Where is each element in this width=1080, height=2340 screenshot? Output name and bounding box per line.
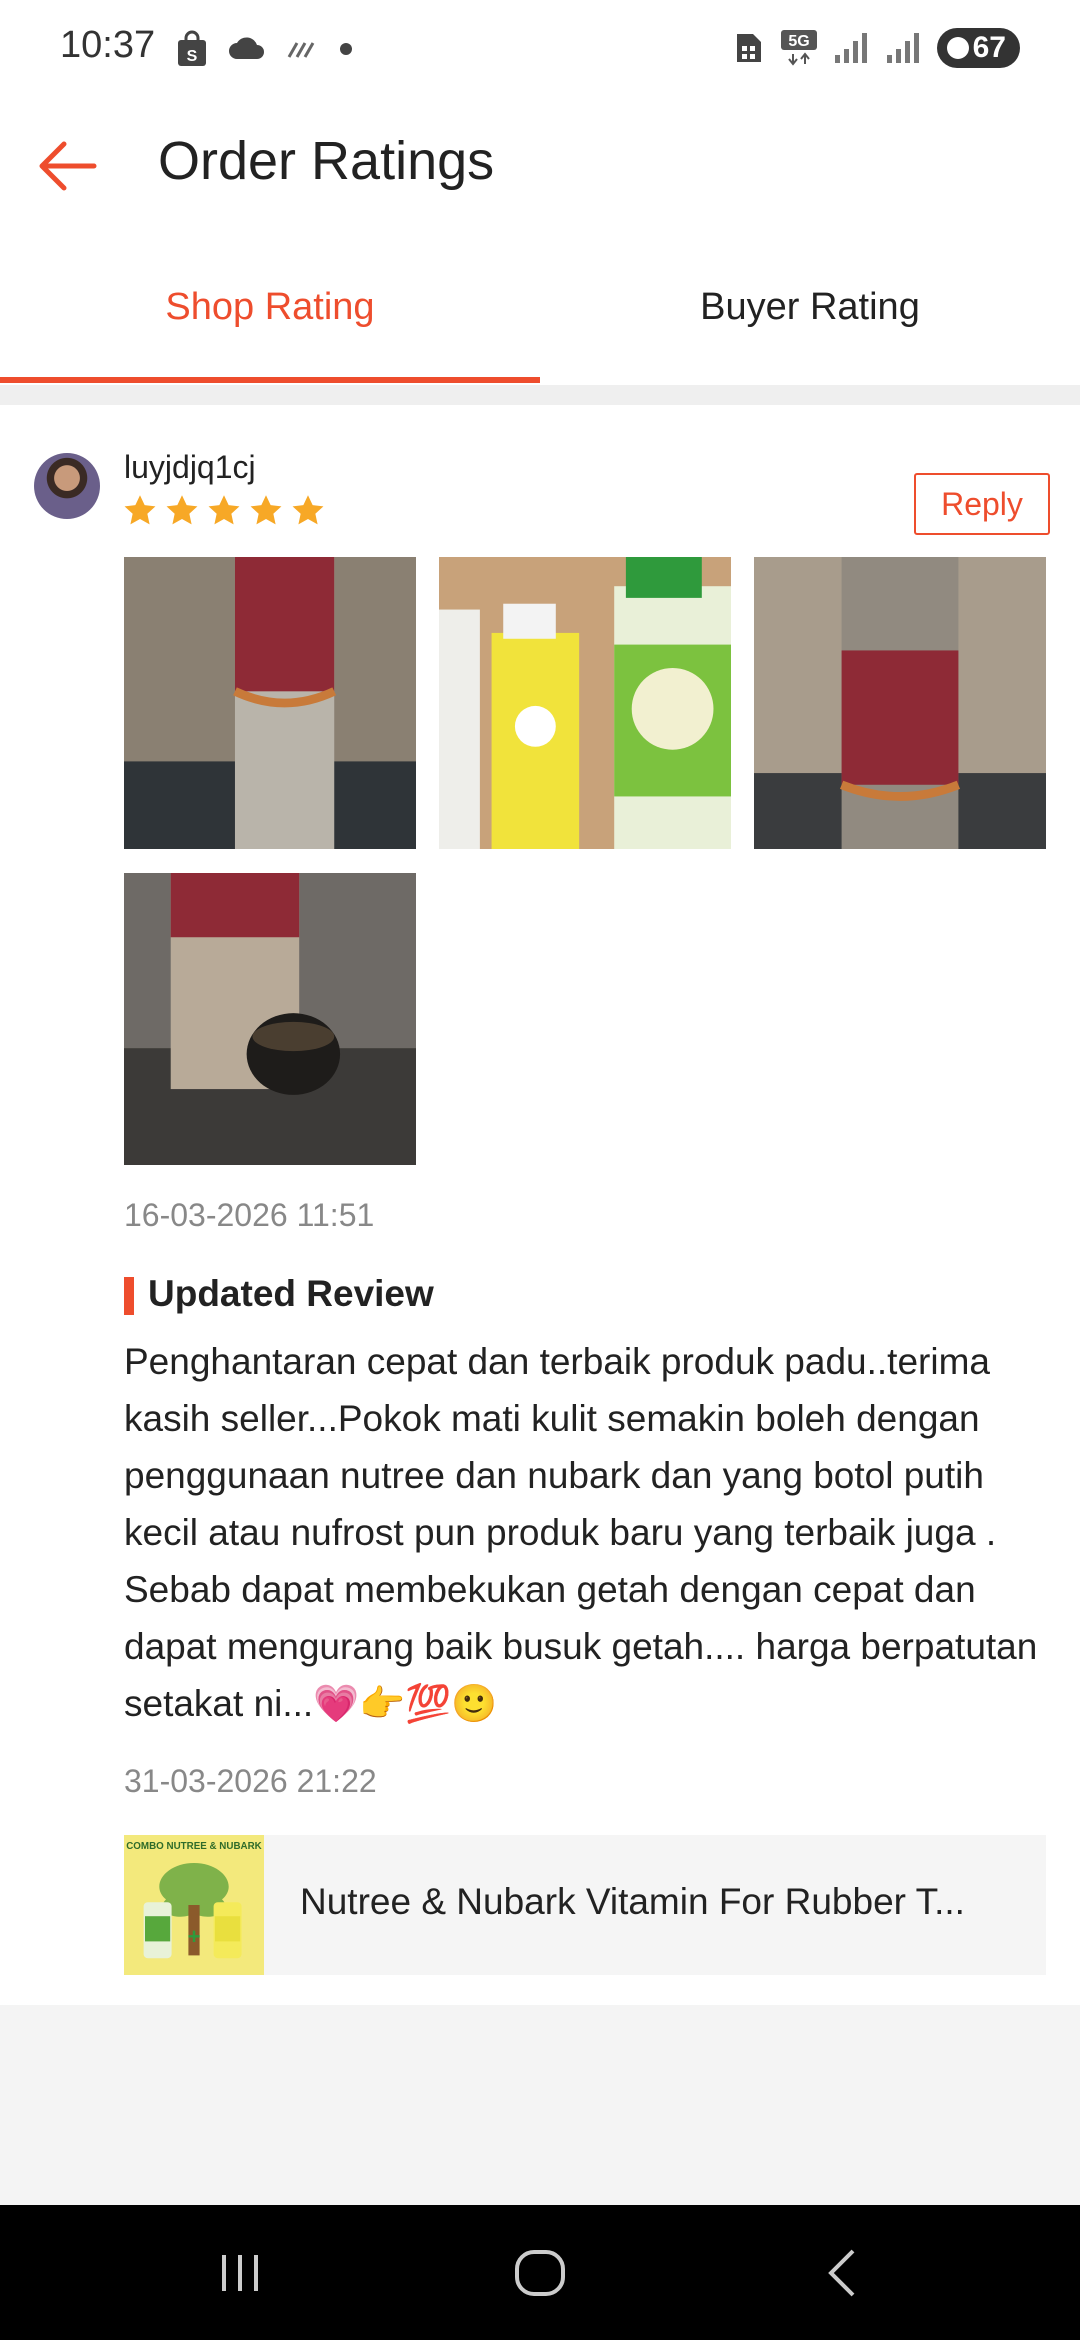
star-icon [292,495,324,525]
review-photo[interactable] [124,873,416,1165]
status-time: 10:37 [60,24,156,66]
page-title: Order Ratings [158,131,495,191]
review-timestamp: 16-03-2026 11:51 [124,1197,375,1233]
product-thumbnail: COMBO NUTREE & NUBARK + [124,1835,264,1975]
avatar[interactable] [34,453,100,519]
shopping-bag-icon: S [178,30,206,66]
recent-apps-icon[interactable] [210,2243,270,2303]
status-left-icons: S [175,30,353,68]
active-tab-indicator [0,377,540,383]
review-photo[interactable] [439,557,731,849]
review-photo[interactable] [754,557,1046,849]
back-icon[interactable] [815,2243,875,2303]
section-divider [0,385,1080,405]
rating-tabs: Shop Rating Buyer Rating [0,230,1080,385]
updated-review-title: Updated Review [148,1273,434,1314]
back-button[interactable] [36,134,100,198]
star-icon [166,495,198,525]
product-name: Nutree & Nubark Vitamin For Rubber T... [300,1881,965,1922]
sim-icon [736,34,761,62]
star-rating [122,493,326,529]
signal-icon [834,33,867,63]
star-icon [250,495,282,525]
star-icon [208,495,240,525]
tab-shop-rating[interactable]: Shop Rating [0,230,540,385]
dot-icon [340,43,352,55]
product-link[interactable]: COMBO NUTREE & NUBARK + Nutree & Nubark … [124,1835,1046,1975]
cloud-icon [229,37,264,59]
updated-review-marker [124,1277,134,1315]
svg-text:5G: 5G [788,33,809,50]
app-header: Order Ratings [0,100,1080,230]
review-card: luyjdjq1cj Reply 16-03-2026 11:51 Update… [0,405,1080,2005]
data-saver-icon [287,42,315,58]
battery-saver-icon [946,37,969,59]
status-right-icons: 5G 67 [733,28,1020,68]
review-text: Penghantaran cepat dan terbaik produk pa… [124,1341,1038,1724]
tab-buyer-rating[interactable]: Buyer Rating [540,230,1080,385]
5g-icon: 5G [780,30,817,66]
signal-icon [886,33,919,63]
reply-button[interactable]: Reply [914,473,1050,535]
star-icon [124,495,156,525]
review-photo[interactable] [124,557,416,849]
home-icon[interactable] [510,2243,570,2303]
product-thumb-text: COMBO NUTREE & NUBARK [126,1841,262,1852]
battery-indicator: 67 [936,28,1020,68]
reviewer-username: luyjdjq1cj [124,449,256,485]
svg-text:+: + [187,1924,200,1949]
arrow-left-icon [39,141,97,191]
battery-level: 67 [972,31,1006,64]
svg-text:S: S [187,48,198,65]
updated-review-timestamp: 31-03-2026 21:22 [124,1763,377,1799]
system-nav-bar [0,2205,1080,2340]
status-bar: 10:37 S 5G 67 [0,0,1080,100]
